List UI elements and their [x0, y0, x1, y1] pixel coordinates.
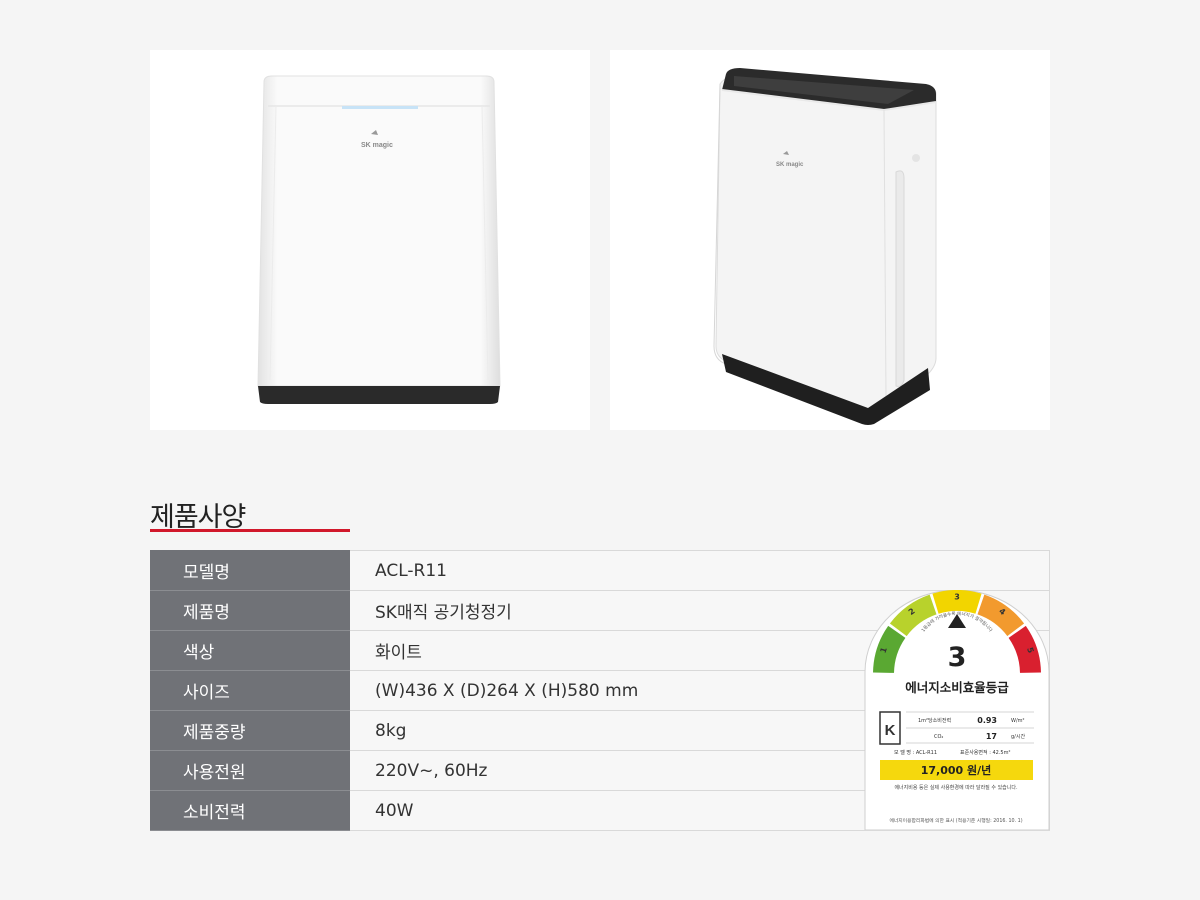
spec-label: 제품중량 [150, 710, 350, 751]
annual-cost: 17,000 원/년 [921, 763, 992, 777]
kc-mark-icon: K [879, 711, 901, 745]
row1-label: 1m²당소비전력 [918, 717, 951, 724]
svg-text:SK magic: SK magic [776, 162, 804, 168]
label-footer: 에너지이용합리화법에 의한 표시 (적용기준 시행일: 2016. 10. 1) [889, 817, 1022, 824]
svg-text:K: K [885, 722, 896, 739]
row2-unit: g/시간 [1011, 733, 1025, 740]
product-image-angled: SK magic [610, 50, 1050, 430]
svg-text:SK magic: SK magic [361, 142, 393, 149]
table-row: 모델명 ACL-R11 [150, 550, 1050, 591]
title-underline [150, 529, 350, 532]
row1-unit: W/m² [1011, 718, 1025, 724]
row1-value: 0.93 [977, 716, 997, 725]
label-title: 에너지소비효율등급 [905, 680, 1009, 695]
model-line: 모 델 명 : ACL-R11 [894, 749, 937, 756]
current-grade: 3 [948, 642, 967, 673]
spec-label: 사용전원 [150, 750, 350, 791]
spec-label: 색상 [150, 630, 350, 671]
energy-efficiency-label: 12345 1등급에 가까울수록 에너지가 절약됩니다 3 에너지소비효율등급 … [864, 589, 1050, 831]
grade-number-3: 3 [954, 593, 960, 602]
row2-label: CO₂ [934, 734, 943, 740]
spec-label: 사이즈 [150, 670, 350, 711]
spec-value: ACL-R11 [350, 550, 1050, 591]
spec-label: 소비전력 [150, 790, 350, 831]
spec-label: 모델명 [150, 550, 350, 591]
spec-label: 제품명 [150, 590, 350, 631]
note: 에너지비용 등은 실제 사용환경에 따라 달라질 수 있습니다. [894, 784, 1018, 791]
area-line: 표준사용면적 : 42.5m² [960, 749, 1010, 756]
product-image-front: SK magic [150, 50, 590, 430]
row2-value: 17 [986, 732, 997, 741]
